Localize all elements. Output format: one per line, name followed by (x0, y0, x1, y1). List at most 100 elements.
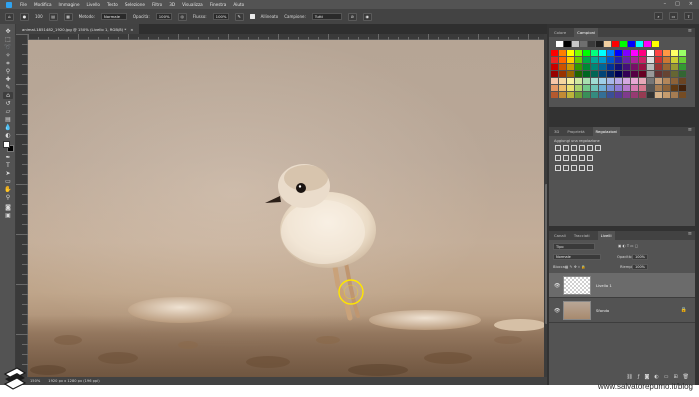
zoom-tool-icon[interactable]: ⚲ (3, 194, 13, 201)
color-swatch[interactable] (647, 64, 654, 70)
color-swatch[interactable] (615, 85, 622, 91)
layer-opacity-field[interactable]: 100% (632, 254, 648, 260)
recent-color-swatch[interactable] (636, 41, 643, 47)
document-tab-close-icon[interactable]: × (130, 27, 133, 32)
workspace-icon[interactable]: ▭ (669, 12, 678, 20)
color-swatch[interactable] (631, 92, 638, 98)
blur-tool-icon[interactable]: 💧 (3, 124, 13, 131)
layer-name[interactable]: Sfondo (596, 308, 609, 313)
color-swatch[interactable] (631, 71, 638, 77)
color-swatch[interactable] (615, 71, 622, 77)
color-swatch[interactable] (647, 50, 654, 56)
color-swatch[interactable] (559, 78, 566, 84)
recent-color-swatch[interactable] (556, 41, 563, 47)
brightness-icon[interactable] (555, 145, 561, 151)
selective-color-icon[interactable] (587, 165, 593, 171)
tab-canali[interactable]: Canali (554, 233, 566, 238)
photo-filter-icon[interactable] (571, 155, 577, 161)
pressure-opacity-icon[interactable]: ◎ (177, 12, 187, 21)
menu-visualizza[interactable]: Visualizza (182, 2, 203, 7)
color-swatch[interactable] (639, 64, 646, 70)
levels-icon[interactable] (563, 145, 569, 151)
color-swatch[interactable] (655, 50, 662, 56)
minimize-icon[interactable]: – (664, 1, 667, 7)
brush-preset-button[interactable]: ● (20, 12, 29, 21)
color-swatch[interactable] (551, 50, 558, 56)
zoom-level[interactable]: 150% (30, 379, 40, 383)
color-swatch[interactable] (615, 64, 622, 70)
recent-color-swatch[interactable] (628, 41, 635, 47)
color-swatch[interactable] (567, 78, 574, 84)
color-swatch[interactable] (647, 71, 654, 77)
color-swatch[interactable] (615, 92, 622, 98)
color-swatch[interactable] (583, 78, 590, 84)
layer-filter-icons[interactable]: ▣ ◐ T ▭ ▢ (618, 244, 638, 248)
black-white-icon[interactable] (563, 155, 569, 161)
menu-finestra[interactable]: Finestra (210, 2, 227, 7)
color-swatch[interactable] (559, 92, 566, 98)
gradient-tool-icon[interactable]: ▤ (3, 116, 13, 123)
color-swatch[interactable] (639, 78, 646, 84)
color-swatch[interactable] (663, 57, 670, 63)
color-swatch[interactable] (591, 92, 598, 98)
recent-color-swatch[interactable] (564, 41, 571, 47)
curves-icon[interactable] (571, 145, 577, 151)
layer-row-livello-1[interactable]: 👁 Livello 1 (549, 273, 695, 298)
color-swatch[interactable] (583, 92, 590, 98)
eyedropper-tool-icon[interactable]: ⚲ (3, 68, 13, 75)
color-swatch[interactable] (655, 92, 662, 98)
menu-immagine[interactable]: Immagine (59, 2, 80, 7)
layer-row-sfondo[interactable]: 👁 Sfondo 🔒 (549, 298, 695, 323)
color-swatch[interactable] (599, 85, 606, 91)
color-swatch[interactable] (663, 71, 670, 77)
color-swatch[interactable] (583, 71, 590, 77)
color-swatch[interactable] (607, 64, 614, 70)
tab-colore[interactable]: Colore (554, 30, 566, 35)
maximize-icon[interactable]: □ (675, 1, 680, 7)
color-swatch[interactable] (567, 71, 574, 77)
color-swatch[interactable] (671, 85, 678, 91)
tab-regolazioni[interactable]: Regolazioni (592, 127, 621, 136)
color-swatch[interactable] (583, 57, 590, 63)
color-swatch[interactable] (623, 57, 630, 63)
color-swatch[interactable] (623, 92, 630, 98)
photoshop-logo-icon[interactable] (6, 1, 12, 8)
recent-color-swatch[interactable] (604, 41, 611, 47)
color-swatch[interactable] (599, 78, 606, 84)
color-swatch[interactable] (631, 85, 638, 91)
tab-tracciati[interactable]: Tracciati (574, 233, 590, 238)
toggle-clone-source-icon[interactable]: ▤ (48, 12, 58, 21)
add-mask-icon[interactable]: ◙ (644, 374, 649, 380)
menu-selezione[interactable]: Selezione (125, 2, 145, 7)
marquee-tool-icon[interactable]: ⬚ (3, 36, 13, 43)
color-swatch[interactable] (679, 78, 686, 84)
color-balance-icon[interactable] (555, 155, 561, 161)
color-swatch[interactable] (615, 78, 622, 84)
brush-settings-icon[interactable]: ▦ (63, 12, 73, 21)
menu-testo[interactable]: Testo (107, 2, 118, 7)
color-swatch[interactable] (655, 78, 662, 84)
document-canvas[interactable] (28, 40, 544, 377)
eraser-tool-icon[interactable]: ▱ (3, 108, 13, 115)
color-swatch[interactable] (607, 57, 614, 63)
color-swatch[interactable] (623, 71, 630, 77)
color-swatch[interactable] (551, 85, 558, 91)
crop-tool-icon[interactable]: ⌗ (3, 60, 13, 67)
color-swatch[interactable] (607, 50, 614, 56)
color-swatch[interactable] (631, 78, 638, 84)
ignore-adjustment-layers-icon[interactable]: ⊘ (347, 12, 357, 21)
recent-color-swatch[interactable] (588, 41, 595, 47)
color-swatch[interactable] (591, 78, 598, 84)
vibrance-icon[interactable] (587, 145, 593, 151)
opacity-field[interactable]: 100% (155, 13, 172, 20)
color-swatch[interactable] (551, 57, 558, 63)
recent-color-swatch[interactable] (580, 41, 587, 47)
tab-3d[interactable]: 3D (554, 129, 559, 134)
menu-aiuto[interactable]: Aiuto (233, 2, 244, 7)
layer-filter-select[interactable]: Tipo (553, 243, 595, 250)
healing-brush-tool-icon[interactable]: ✚ (3, 76, 13, 83)
color-swatch[interactable] (639, 71, 646, 77)
color-swatch[interactable] (679, 57, 686, 63)
color-swatch[interactable] (551, 78, 558, 84)
color-swatch[interactable] (671, 78, 678, 84)
